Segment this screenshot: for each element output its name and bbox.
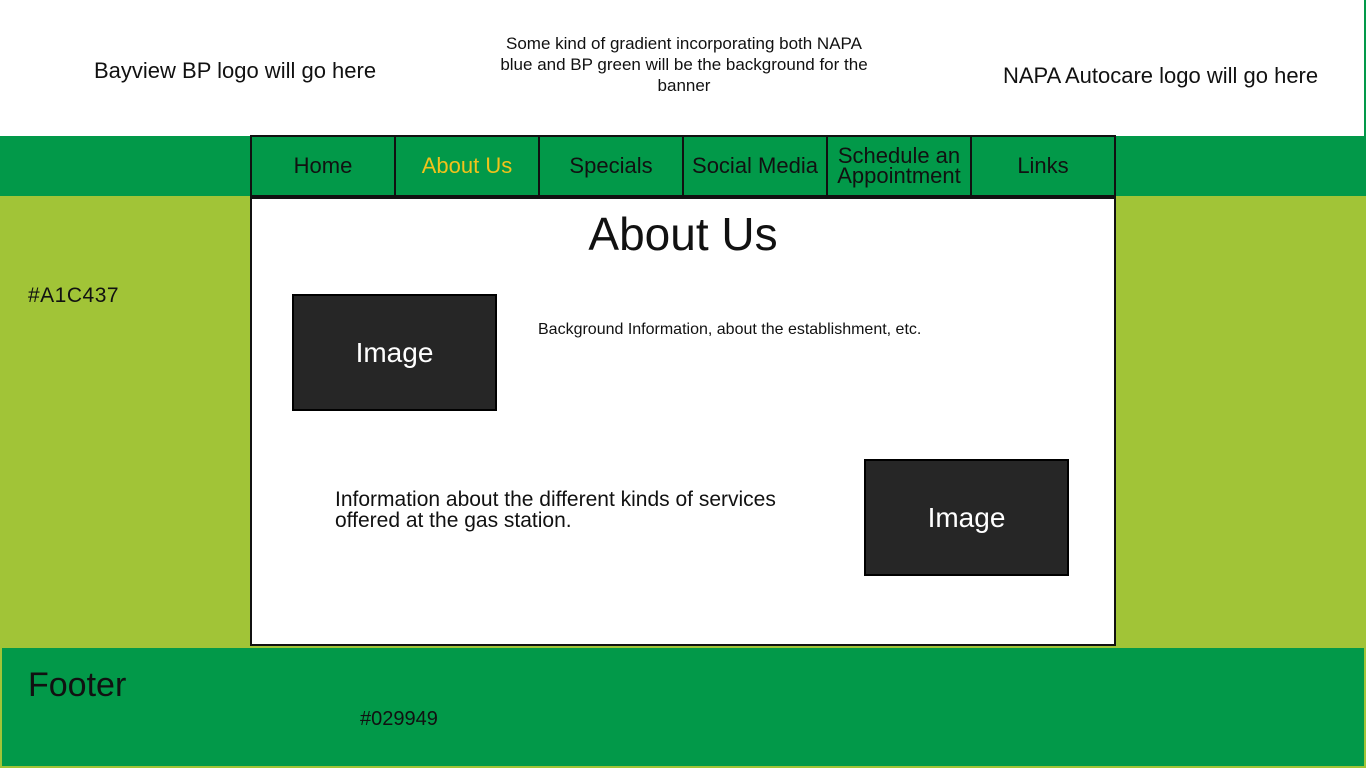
napa-logo-placeholder: NAPA Autocare logo will go here <box>1003 63 1319 88</box>
nav-item-about-us[interactable]: About Us <box>396 137 540 195</box>
main-nav: Home About Us Specials Social Media Sche… <box>250 135 1116 197</box>
image-placeholder-label: Image <box>927 501 1006 533</box>
nav-item-social-media[interactable]: Social Media <box>684 137 828 195</box>
image-placeholder-1: Image <box>292 294 497 411</box>
page-title: About Us <box>588 208 778 260</box>
services-info-text: Information about the different kinds of… <box>335 488 776 532</box>
nav-item-links[interactable]: Links <box>972 137 1114 195</box>
sidebar-color-code: #A1C437 <box>28 284 120 307</box>
footer-color-code: #029949 <box>360 708 438 730</box>
footer-title: Footer <box>28 666 127 704</box>
header-banner: Bayview BP logo will go here Some kind o… <box>0 0 1366 136</box>
nav-item-schedule-appointment[interactable]: Schedule an Appointment <box>828 137 972 195</box>
image-placeholder-2: Image <box>864 459 1069 576</box>
bp-logo-placeholder: Bayview BP logo will go here <box>94 58 377 83</box>
banner-note: Some kind of gradient incorporating both… <box>500 34 868 95</box>
background-info-text: Background Information, about the establ… <box>538 321 922 338</box>
image-placeholder-label: Image <box>355 336 434 368</box>
footer: Footer #029949 <box>0 646 1366 768</box>
main-content: About Us Image Background Information, a… <box>250 197 1116 646</box>
nav-item-specials[interactable]: Specials <box>540 137 684 195</box>
nav-item-home[interactable]: Home <box>252 137 396 195</box>
